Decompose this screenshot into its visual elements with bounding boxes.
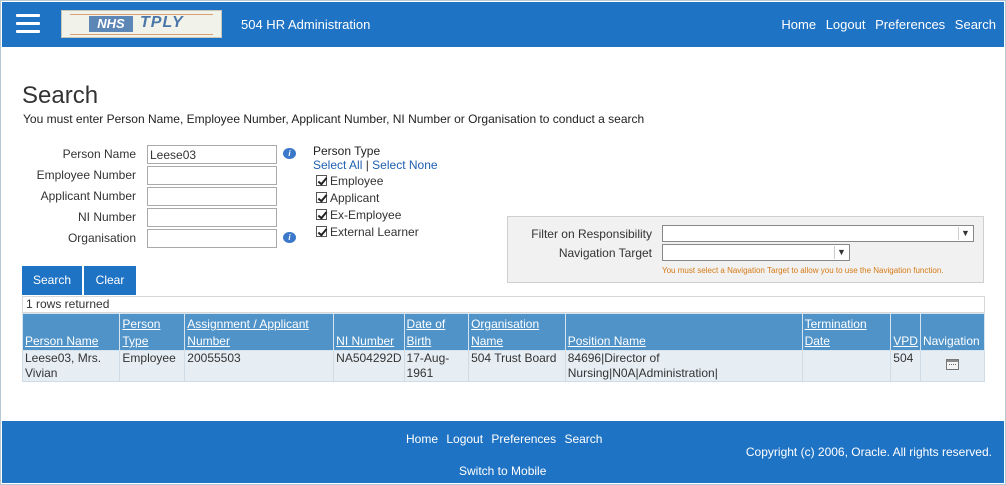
employee-checkbox-label: Employee bbox=[330, 174, 384, 188]
search-instruction: You must enter Person Name, Employee Num… bbox=[23, 112, 645, 126]
navigation-hint: You must select a Navigation Target to a… bbox=[662, 266, 944, 275]
cell-person-type: Employee bbox=[119, 350, 186, 382]
calendar-icon[interactable] bbox=[945, 359, 959, 370]
navigation-target-label: Navigation Target bbox=[558, 246, 652, 260]
ni-number-label: NI Number bbox=[77, 210, 136, 224]
chevron-down-icon[interactable]: ▼ bbox=[958, 227, 972, 240]
chevron-down-icon[interactable]: ▼ bbox=[834, 246, 848, 259]
cell-navigation bbox=[919, 350, 986, 382]
cell-assignment-number: 20055503 bbox=[184, 350, 335, 382]
cell-person-name: Leese03, Mrs. Vivian bbox=[21, 350, 121, 382]
select-links-separator: | bbox=[365, 158, 369, 172]
employee-checkbox[interactable] bbox=[316, 175, 327, 186]
filter-panel: Filter on Responsibility ▼ Navigation Ta… bbox=[507, 216, 984, 283]
person-type-external-learner[interactable]: External Learner bbox=[316, 225, 419, 239]
page-title: Search bbox=[22, 82, 99, 109]
top-nav: Home Logout Preferences Search bbox=[775, 17, 996, 32]
col-assignment-number[interactable]: Assignment / Applicant Number bbox=[184, 313, 335, 351]
menu-icon[interactable] bbox=[16, 14, 40, 34]
col-organisation-name[interactable]: Organisation Name bbox=[468, 313, 566, 351]
footer-search-link[interactable]: Search bbox=[564, 432, 602, 446]
footer-logout-link[interactable]: Logout bbox=[446, 432, 483, 446]
applicant-number-input[interactable] bbox=[147, 187, 277, 206]
person-name-label: Person Name bbox=[62, 147, 136, 161]
logo-tply-text: TPLY bbox=[140, 14, 184, 31]
page-footer: Home Logout Preferences Search Switch to… bbox=[2, 421, 1004, 483]
select-all-link[interactable]: Select All bbox=[313, 158, 362, 172]
cell-vpd: 504 bbox=[890, 350, 921, 382]
responsibility-label: Filter on Responsibility bbox=[531, 227, 652, 241]
nav-preferences-link[interactable]: Preferences bbox=[875, 17, 945, 32]
person-type-ex-employee[interactable]: Ex-Employee bbox=[316, 208, 401, 222]
footer-nav: Home Logout Preferences Search bbox=[406, 432, 607, 446]
col-person-name[interactable]: Person Name bbox=[21, 313, 121, 351]
ex-employee-checkbox[interactable] bbox=[316, 209, 327, 220]
results-header-row: Person Name Person Type Assignment / App… bbox=[21, 313, 986, 351]
person-type-applicant[interactable]: Applicant bbox=[316, 191, 379, 205]
search-button[interactable]: Search bbox=[22, 266, 82, 295]
nav-logout-link[interactable]: Logout bbox=[826, 17, 866, 32]
applicant-checkbox[interactable] bbox=[316, 192, 327, 203]
ni-number-input[interactable] bbox=[147, 208, 277, 227]
switch-to-mobile-link[interactable]: Switch to Mobile bbox=[459, 464, 546, 478]
navigation-target-select[interactable]: ▼ bbox=[662, 244, 850, 261]
nav-search-link[interactable]: Search bbox=[955, 17, 996, 32]
employee-number-label: Employee Number bbox=[36, 168, 136, 182]
cell-date-of-birth: 17-Aug-1961 bbox=[403, 350, 470, 382]
footer-home-link[interactable]: Home bbox=[406, 432, 438, 446]
footer-preferences-link[interactable]: Preferences bbox=[491, 432, 556, 446]
results-table: Person Name Person Type Assignment / App… bbox=[21, 313, 986, 382]
col-termination-date[interactable]: Termination Date bbox=[801, 313, 892, 351]
select-none-link[interactable]: Select None bbox=[372, 158, 437, 172]
col-navigation: Navigation bbox=[919, 313, 986, 351]
col-person-type[interactable]: Person Type bbox=[119, 313, 186, 351]
nav-home-link[interactable]: Home bbox=[781, 17, 816, 32]
applicant-number-label: Applicant Number bbox=[40, 189, 136, 203]
external-learner-checkbox-label: External Learner bbox=[330, 225, 419, 239]
table-row: Leese03, Mrs. Vivian Employee 20055503 N… bbox=[21, 350, 986, 382]
person-name-info-icon[interactable]: i bbox=[283, 148, 296, 159]
organisation-info-icon[interactable]: i bbox=[283, 232, 296, 243]
cell-termination-date bbox=[801, 350, 892, 382]
external-learner-checkbox[interactable] bbox=[316, 226, 327, 237]
col-position-name[interactable]: Position Name bbox=[564, 313, 803, 351]
person-type-employee[interactable]: Employee bbox=[316, 174, 383, 188]
employee-number-input[interactable] bbox=[147, 166, 277, 185]
organisation-label: Organisation bbox=[67, 231, 136, 245]
col-vpd[interactable]: VPD bbox=[890, 313, 921, 351]
cell-position-name: 84696|Director of Nursing|N0A|Administra… bbox=[564, 350, 803, 382]
person-type-title: Person Type bbox=[313, 144, 381, 158]
top-header: NHS TPLY 504 HR Administration Home Logo… bbox=[2, 2, 1004, 47]
rows-returned: 1 rows returned bbox=[22, 296, 985, 313]
cell-organisation-name: 504 Trust Board bbox=[468, 350, 566, 382]
app-title: 504 HR Administration bbox=[241, 17, 371, 32]
ex-employee-checkbox-label: Ex-Employee bbox=[330, 208, 402, 222]
col-ni-number[interactable]: NI Number bbox=[333, 313, 405, 351]
cell-ni-number: NA504292D bbox=[333, 350, 405, 382]
col-date-of-birth[interactable]: Date of Birth bbox=[403, 313, 470, 351]
select-links: Select All | Select None bbox=[313, 158, 438, 172]
copyright-text: Copyright (c) 2006, Oracle. All rights r… bbox=[745, 445, 992, 459]
organisation-input[interactable] bbox=[147, 229, 277, 248]
person-name-input[interactable] bbox=[147, 145, 277, 164]
clear-button[interactable]: Clear bbox=[84, 266, 136, 295]
responsibility-select[interactable]: ▼ bbox=[662, 225, 974, 242]
applicant-checkbox-label: Applicant bbox=[330, 191, 380, 205]
logo-nhs-text: NHS bbox=[89, 16, 133, 32]
nhs-tply-logo: NHS TPLY bbox=[61, 10, 222, 38]
